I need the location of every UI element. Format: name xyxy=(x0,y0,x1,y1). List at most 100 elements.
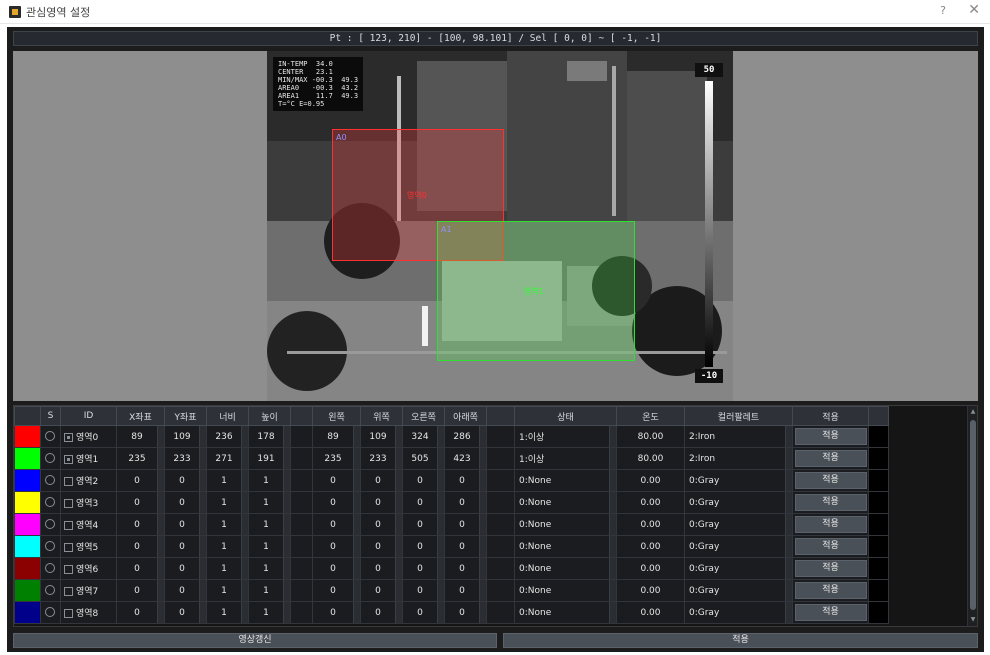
left-cell[interactable]: 0 xyxy=(312,469,361,492)
width-cell[interactable]: 1 xyxy=(206,491,249,514)
spin-arrows-icon[interactable] xyxy=(241,602,248,623)
x-coord-value[interactable]: 0 xyxy=(117,520,157,530)
table-row[interactable]: 영역0 89 109 236 178 89 109 324 286 1:이상 80.00 2:Iron… xyxy=(14,425,889,448)
x-coord-value[interactable]: 0 xyxy=(117,542,157,552)
width-cell[interactable]: 1 xyxy=(206,601,249,624)
bottom-cell[interactable]: 0 xyxy=(444,535,487,558)
x-coord-value[interactable]: 235 xyxy=(117,454,157,464)
y-coord-value[interactable]: 0 xyxy=(165,542,199,552)
spin-arrows-icon[interactable] xyxy=(353,514,360,535)
spin-arrows-icon[interactable] xyxy=(479,580,486,601)
select-cell[interactable] xyxy=(40,447,61,470)
spin-arrows-icon[interactable] xyxy=(283,580,290,601)
spin-arrows-icon[interactable] xyxy=(437,580,444,601)
spin-arrows-icon[interactable] xyxy=(283,536,290,557)
spin-arrows-icon[interactable] xyxy=(479,492,486,513)
x-coord-cell[interactable]: 235 xyxy=(116,447,165,470)
right-value[interactable]: 324 xyxy=(403,432,437,442)
spin-arrows-icon[interactable] xyxy=(437,558,444,579)
spin-arrows-icon[interactable] xyxy=(395,536,402,557)
spin-arrows-icon[interactable] xyxy=(199,492,206,513)
select-radio[interactable] xyxy=(45,541,55,552)
table-row[interactable]: 영역5 0 0 1 1 0 0 0 0 0:None 0.00 0:Gray 적용 xyxy=(14,535,889,558)
spin-arrows-icon[interactable] xyxy=(353,558,360,579)
spin-arrows-icon[interactable] xyxy=(395,558,402,579)
state-cell[interactable]: 0:None xyxy=(514,491,617,514)
spin-arrows-icon[interactable] xyxy=(353,470,360,491)
select-radio[interactable] xyxy=(45,475,55,486)
left-cell[interactable]: 0 xyxy=(312,579,361,602)
height-value[interactable]: 1 xyxy=(249,586,283,596)
palette-cell[interactable]: 0:Gray xyxy=(684,513,793,536)
top-value[interactable]: 0 xyxy=(361,564,395,574)
spin-arrows-icon[interactable] xyxy=(199,448,206,469)
y-coord-cell[interactable]: 0 xyxy=(164,491,207,514)
top-cell[interactable]: 0 xyxy=(360,469,403,492)
temp-cell[interactable]: 0.00 xyxy=(616,513,685,536)
bottom-value[interactable]: 423 xyxy=(445,454,479,464)
right-value[interactable]: 0 xyxy=(403,586,437,596)
x-coord-cell[interactable]: 0 xyxy=(116,491,165,514)
spin-arrows-icon[interactable] xyxy=(395,492,402,513)
x-coord-value[interactable]: 0 xyxy=(117,498,157,508)
dropdown-arrow-icon[interactable] xyxy=(785,558,792,579)
select-radio[interactable] xyxy=(45,497,55,508)
id-cell[interactable]: 영역2 xyxy=(60,469,117,492)
palette-value[interactable]: 0:Gray xyxy=(689,564,785,574)
state-cell[interactable]: 0:None xyxy=(514,535,617,558)
temp-value[interactable]: 0.00 xyxy=(640,476,660,486)
right-value[interactable]: 0 xyxy=(403,608,437,618)
width-value[interactable]: 1 xyxy=(207,542,241,552)
id-cell[interactable]: 영역1 xyxy=(60,447,117,470)
spin-arrows-icon[interactable] xyxy=(353,536,360,557)
bottom-cell[interactable]: 0 xyxy=(444,579,487,602)
dropdown-arrow-icon[interactable] xyxy=(785,602,792,623)
width-cell[interactable]: 1 xyxy=(206,535,249,558)
dropdown-arrow-icon[interactable] xyxy=(609,558,616,579)
color-swatch[interactable] xyxy=(15,448,40,469)
bottom-value[interactable]: 0 xyxy=(445,476,479,486)
spin-arrows-icon[interactable] xyxy=(283,514,290,535)
spin-arrows-icon[interactable] xyxy=(157,580,164,601)
y-coord-cell[interactable]: 0 xyxy=(164,513,207,536)
dropdown-arrow-icon[interactable] xyxy=(609,602,616,623)
select-radio[interactable] xyxy=(45,431,55,442)
palette-cell[interactable]: 0:Gray xyxy=(684,601,793,624)
right-value[interactable]: 0 xyxy=(403,520,437,530)
spin-arrows-icon[interactable] xyxy=(479,558,486,579)
height-cell[interactable]: 1 xyxy=(248,557,291,580)
color-swatch-cell[interactable] xyxy=(14,447,41,470)
thermal-image[interactable]: IN-TEMP 34.0 CENTER 23.1 MIN/MAX -00.3 4… xyxy=(267,51,733,401)
temp-value[interactable]: 0.00 xyxy=(640,498,660,508)
spin-arrows-icon[interactable] xyxy=(157,602,164,623)
height-cell[interactable]: 1 xyxy=(248,579,291,602)
close-icon[interactable]: ✕ xyxy=(968,2,980,18)
width-cell[interactable]: 1 xyxy=(206,469,249,492)
table-row[interactable]: 영역1 235 233 271 191 235 233 505 423 1:이상 80.00 2:Ir… xyxy=(14,447,889,470)
top-value[interactable]: 0 xyxy=(361,476,395,486)
state-value[interactable]: 1:이상 xyxy=(519,430,609,443)
left-value[interactable]: 0 xyxy=(313,586,353,596)
row-apply-button[interactable]: 적용 xyxy=(794,494,867,511)
bottom-cell[interactable]: 0 xyxy=(444,469,487,492)
spin-arrows-icon[interactable] xyxy=(199,470,206,491)
palette-value[interactable]: 0:Gray xyxy=(689,586,785,596)
color-swatch-cell[interactable] xyxy=(14,535,41,558)
table-row[interactable]: 영역8 0 0 1 1 0 0 0 0 0:None 0.00 0:Gray 적용 xyxy=(14,601,889,624)
palette-cell[interactable]: 2:Iron xyxy=(684,425,793,448)
top-cell[interactable]: 109 xyxy=(360,425,403,448)
color-swatch[interactable] xyxy=(15,470,40,491)
row-apply-button[interactable]: 적용 xyxy=(794,428,867,445)
enable-checkbox[interactable] xyxy=(64,543,73,552)
dropdown-arrow-icon[interactable] xyxy=(609,448,616,469)
color-swatch[interactable] xyxy=(15,426,40,447)
bottom-value[interactable]: 0 xyxy=(445,542,479,552)
height-value[interactable]: 178 xyxy=(249,432,283,442)
palette-value[interactable]: 2:Iron xyxy=(689,454,785,464)
left-cell[interactable]: 0 xyxy=(312,491,361,514)
enable-checkbox[interactable] xyxy=(64,587,73,596)
temp-value[interactable]: 0.00 xyxy=(640,608,660,618)
spin-arrows-icon[interactable] xyxy=(353,426,360,447)
bottom-value[interactable]: 0 xyxy=(445,564,479,574)
top-cell[interactable]: 0 xyxy=(360,579,403,602)
